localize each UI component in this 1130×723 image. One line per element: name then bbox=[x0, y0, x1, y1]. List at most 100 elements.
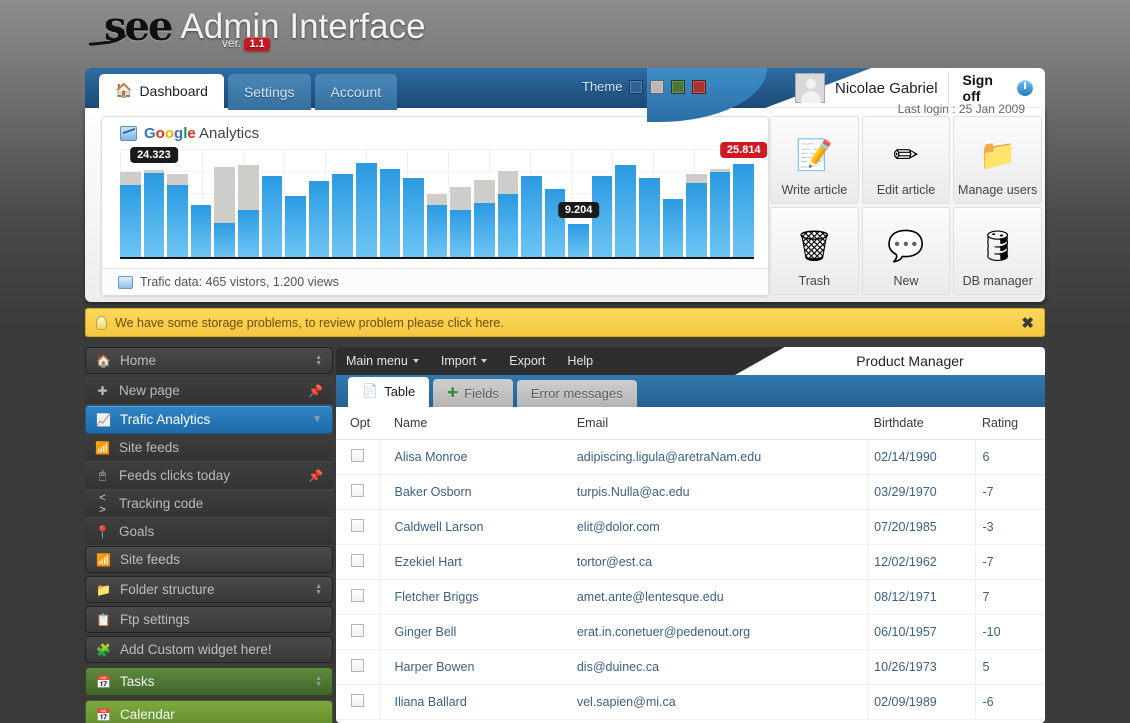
column-header-email[interactable]: Email bbox=[536, 407, 868, 440]
row-checkbox-cell[interactable] bbox=[336, 474, 381, 510]
tab-error-messages[interactable]: Error messages bbox=[516, 380, 637, 407]
row-checkbox-cell[interactable] bbox=[336, 614, 381, 650]
tile-edit-article[interactable]: ✏ Edit article bbox=[861, 116, 951, 204]
tab-settings-label: Settings bbox=[243, 83, 295, 100]
stepper-icon[interactable]: ▲ ▼ bbox=[315, 583, 322, 596]
tile-db-manager[interactable]: 🛢 DB manager bbox=[953, 207, 1042, 295]
sidebar-item-site-feeds[interactable]: 📶 Site feeds bbox=[85, 546, 333, 573]
menu-import[interactable]: Import bbox=[440, 354, 488, 368]
row-checkbox-cell[interactable] bbox=[336, 509, 381, 545]
sidebar-item-label: New page bbox=[119, 383, 180, 398]
tile-write-article[interactable]: 📝 Write article bbox=[770, 116, 859, 204]
table-row[interactable]: Iliana Ballard vel.sapien@mi.ca 02/09/1989… bbox=[336, 684, 1045, 720]
table-row[interactable]: Caldwell Larson elit@dolor.com 07/20/1985-… bbox=[336, 509, 1045, 545]
sidebar-item-new-page[interactable]: ✚ New page 📌 bbox=[85, 377, 333, 405]
sidebar-item-add-custom-widget-here[interactable]: 🧩 Add Custom widget here! bbox=[85, 636, 333, 663]
sidebar-item-trafic-analytics[interactable]: 📈 Trafic Analytics ▼ bbox=[85, 405, 333, 434]
theme-swatch-red[interactable] bbox=[692, 79, 707, 94]
sidebar-item-goals[interactable]: 📍 Goals bbox=[85, 518, 333, 546]
sidebar-item-feeds-clicks-today[interactable]: 🖱 Feeds clicks today 📌 bbox=[85, 462, 333, 490]
app-title: Admin Interface bbox=[180, 7, 426, 46]
chart-bar bbox=[261, 176, 283, 257]
page-title: Product Manager bbox=[856, 353, 964, 369]
pin-icon[interactable]: 📌 bbox=[308, 384, 323, 398]
table-row[interactable]: Fletcher Briggs amet.ante@lentesque.edu 08… bbox=[336, 579, 1045, 615]
table-row[interactable]: Baker Osborn turpis.Nulla@ac.edu 03/29/197… bbox=[336, 474, 1045, 510]
tab-settings[interactable]: Settings bbox=[227, 74, 311, 110]
sidebar-item-label: Goals bbox=[119, 524, 155, 539]
analytics-chart-card: Google Analytics 24.323 9.204 25.814 Trafi… bbox=[101, 116, 769, 296]
column-header-name[interactable]: Name bbox=[380, 407, 537, 440]
theme-picker: Theme bbox=[582, 79, 707, 94]
cell-rating: -6 bbox=[975, 684, 1045, 720]
sidebar-item-home[interactable]: 🏠 Home ▲ ▼ bbox=[85, 347, 333, 374]
user-name: Nicolae Gabriel bbox=[835, 79, 938, 97]
menu-help[interactable]: Help bbox=[567, 354, 593, 368]
table-row[interactable]: Alisa Monroe adipiscing.ligula@aretraNam.… bbox=[336, 439, 1045, 475]
pin-icon[interactable]: 📌 bbox=[308, 469, 323, 483]
tab-dashboard[interactable]: 🏠 Dashboard bbox=[99, 74, 224, 110]
sidebar-item-tasks[interactable]: 📅 Tasks ▲ ▼ bbox=[85, 667, 333, 696]
theme-swatch-silver[interactable] bbox=[650, 79, 665, 94]
sidebar-item-calendar[interactable]: 📅 Calendar bbox=[85, 700, 333, 723]
menu-import-label: Import bbox=[440, 354, 477, 368]
cell-birthdate: 08/12/1971 bbox=[867, 579, 977, 615]
column-header-rating[interactable]: Rating bbox=[975, 407, 1045, 440]
row-checkbox[interactable] bbox=[351, 519, 365, 532]
sidebar-item-site-feeds[interactable]: 📶 Site feeds bbox=[85, 434, 333, 462]
table-header-row: Opt Name Email Birthdate Rating bbox=[336, 407, 1045, 440]
tile-new[interactable]: 💬 New bbox=[861, 207, 951, 295]
chart-bar bbox=[615, 165, 637, 257]
chevron-down-icon[interactable]: ▼ bbox=[312, 414, 322, 425]
chart-bar: 24.323 bbox=[130, 147, 178, 257]
tab-table[interactable]: 📄 Table bbox=[348, 377, 430, 407]
row-checkbox[interactable] bbox=[351, 449, 365, 462]
sidebar-item-tracking-code[interactable]: < > Tracking code bbox=[85, 490, 333, 518]
stepper-icon[interactable]: ▲ ▼ bbox=[315, 354, 322, 367]
row-checkbox-cell[interactable] bbox=[336, 439, 381, 475]
notice-text: We have some storage problems, to review… bbox=[115, 315, 504, 330]
sidebar-item-folder-structure[interactable]: 📁 Folder structure ▲ ▼ bbox=[85, 576, 333, 603]
cell-rating: 6 bbox=[975, 439, 1045, 475]
table-row[interactable]: Ginger Bell erat.in.conetuer@pedenout.org… bbox=[336, 614, 1045, 650]
sidebar-item-ftp-settings[interactable]: 📋 Ftp settings bbox=[85, 606, 333, 633]
theme-label: Theme bbox=[582, 79, 623, 94]
notice-bar[interactable]: We have some storage problems, to review… bbox=[85, 308, 1045, 337]
row-checkbox[interactable] bbox=[351, 624, 365, 637]
theme-swatch-green[interactable] bbox=[671, 79, 686, 94]
row-checkbox-cell[interactable] bbox=[336, 544, 381, 580]
sidebar-item-label: Calendar bbox=[120, 707, 175, 722]
table-wrapper: Opt Name Email Birthdate Rating Alisa Monroe… bbox=[336, 407, 1045, 723]
row-checkbox[interactable] bbox=[351, 484, 365, 497]
sign-off-button[interactable]: Sign off bbox=[947, 71, 1045, 105]
row-checkbox[interactable] bbox=[351, 659, 365, 672]
column-header-opt[interactable]: Opt bbox=[336, 407, 380, 440]
version-badge: 1.1 bbox=[244, 37, 270, 51]
analytics-icon bbox=[120, 126, 137, 141]
row-checkbox[interactable] bbox=[351, 589, 365, 602]
row-checkbox-cell[interactable] bbox=[336, 684, 381, 720]
tile-manage-users[interactable]: 📁 Manage users bbox=[953, 116, 1042, 204]
row-checkbox-cell[interactable] bbox=[336, 649, 381, 685]
tile-trash[interactable]: 🗑 Trash bbox=[770, 207, 859, 295]
stepper-icon[interactable]: ▲ ▼ bbox=[315, 675, 322, 688]
column-header-birthdate[interactable]: Birthdate bbox=[867, 407, 976, 440]
table-row[interactable]: Harper Bowen dis@duinec.ca 10/26/1973 5 bbox=[336, 649, 1045, 685]
table-row[interactable]: Ezekiel Hart tortor@est.ca 12/02/1962 -7 bbox=[336, 544, 1045, 580]
user-panel: Nicolae Gabriel Sign off bbox=[765, 68, 1045, 108]
close-icon[interactable]: ✖ bbox=[1021, 314, 1034, 332]
menu-export[interactable]: Export bbox=[509, 354, 545, 368]
row-checkbox-cell[interactable] bbox=[336, 579, 381, 615]
theme-swatch-blue[interactable] bbox=[629, 79, 644, 94]
tab-fields[interactable]: ✚ Fields bbox=[433, 379, 513, 407]
puzzle-icon: 🧩 bbox=[96, 642, 111, 657]
content-title-wrap: Product Manager bbox=[735, 347, 1045, 375]
row-checkbox[interactable] bbox=[351, 694, 365, 707]
sidebar-item-label: Ftp settings bbox=[120, 612, 190, 627]
menu-main[interactable]: Main menu bbox=[346, 354, 419, 368]
cell-rating: -3 bbox=[975, 509, 1045, 545]
tab-account[interactable]: Account bbox=[314, 74, 398, 110]
content-menubar: Main menu Import Export Help Product Man… bbox=[336, 347, 1045, 375]
row-checkbox[interactable] bbox=[351, 554, 365, 567]
avatar bbox=[795, 73, 825, 103]
